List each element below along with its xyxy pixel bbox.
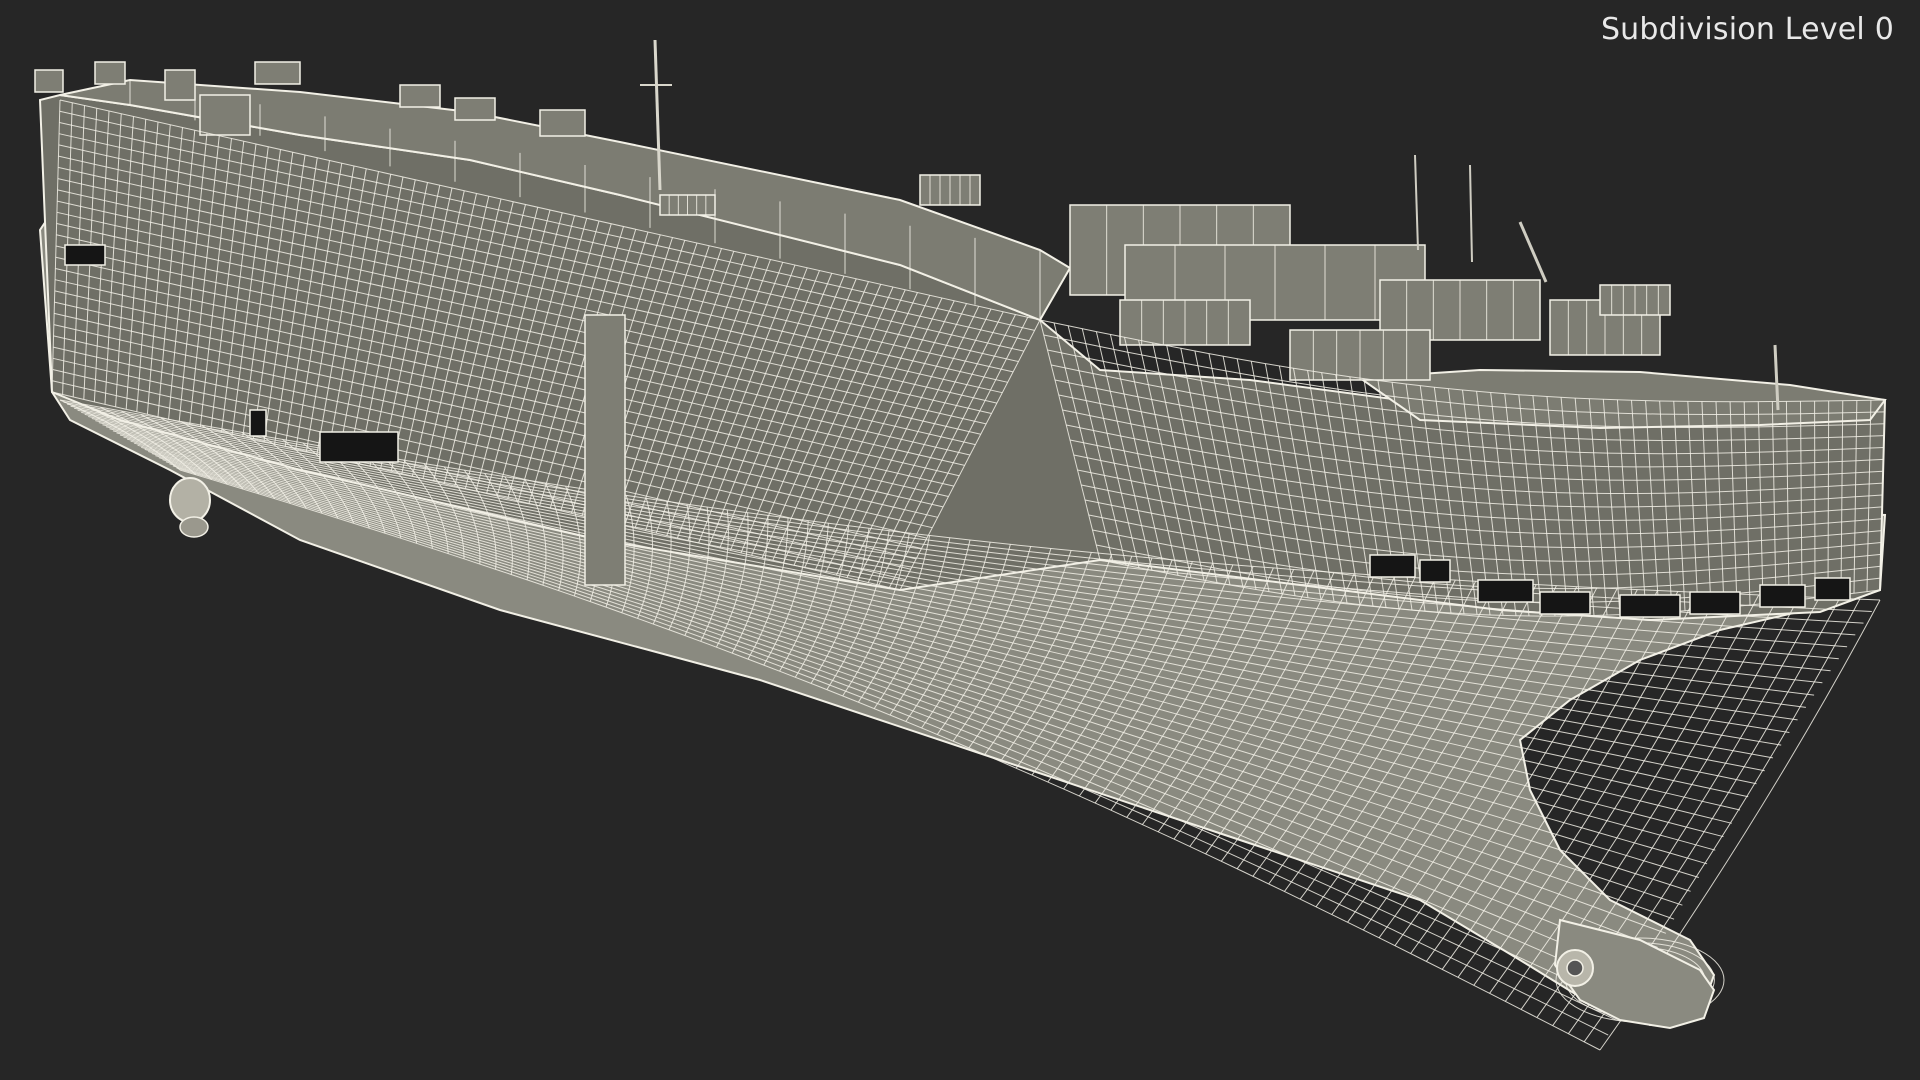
subdivision-level-label: Subdivision Level 0 — [1600, 12, 1894, 47]
ship-wireframe-render — [34, 39, 1887, 1051]
3d-viewport[interactable]: Subdivision Level 0 — [0, 0, 1920, 1080]
stern-propeller-pod — [169, 477, 211, 538]
